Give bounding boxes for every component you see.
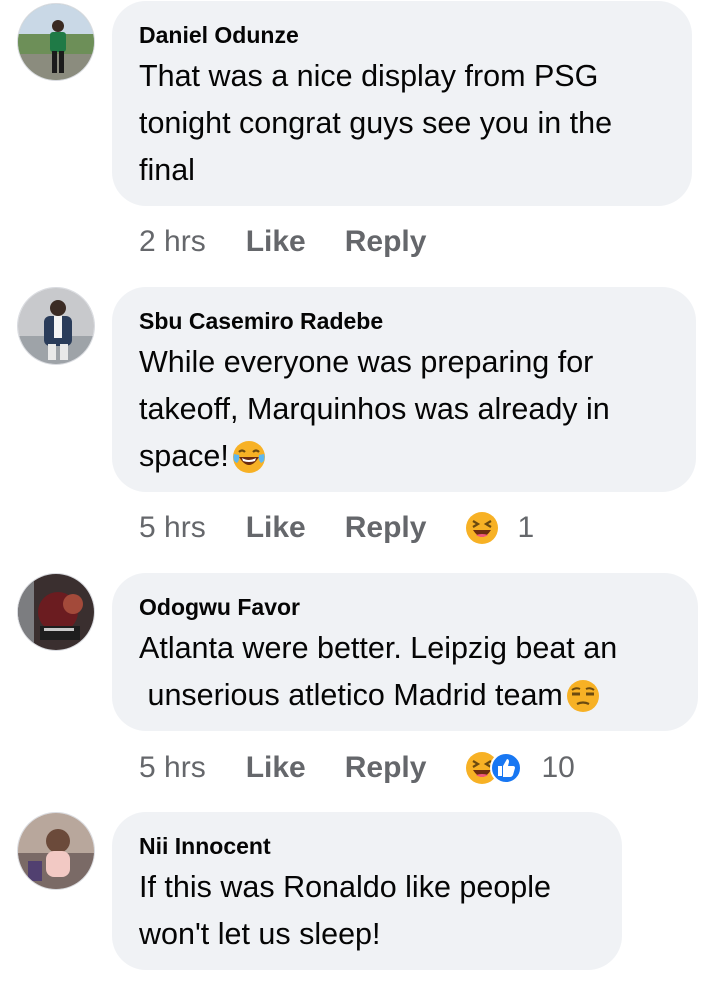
unamused-face-emoji (565, 678, 601, 728)
avatar[interactable] (17, 812, 95, 890)
comment-text: If this was Ronaldo like people won't le… (139, 864, 602, 958)
like-reaction-icon (489, 751, 523, 785)
avatar[interactable] (17, 3, 95, 81)
comment-text-content: Atlanta were better. Leipzig beat an uns… (139, 631, 618, 712)
comment-text: That was a nice display from PSG tonight… (139, 53, 672, 194)
comment-text-content: While everyone was preparing for takeoff… (139, 345, 610, 473)
comment-timestamp[interactable]: 2 hrs (139, 225, 206, 259)
comment-bubble: Sbu Casemiro Radebe While everyone was p… (112, 287, 696, 492)
reaction-count: 1 (517, 511, 535, 544)
comment-author[interactable]: Sbu Casemiro Radebe (139, 307, 676, 335)
reaction-count: 10 (541, 751, 575, 784)
avatar[interactable] (17, 287, 95, 365)
haha-reaction-icon (465, 511, 499, 545)
comment-bubble: Daniel Odunze That was a nice display fr… (112, 1, 692, 206)
reply-button[interactable]: Reply (345, 511, 427, 545)
tears-of-joy-emoji (231, 439, 267, 489)
comment-bubble: Nii Innocent If this was Ronaldo like pe… (112, 812, 622, 970)
comment-author[interactable]: Daniel Odunze (139, 21, 672, 49)
comment-actions: 2 hrs Like Reply (139, 222, 465, 262)
comment-text: Atlanta were better. Leipzig beat an uns… (139, 625, 678, 728)
like-button[interactable]: Like (246, 511, 306, 545)
comment-timestamp[interactable]: 5 hrs (139, 511, 206, 545)
comment-text: While everyone was preparing for takeoff… (139, 339, 676, 489)
reply-button[interactable]: Reply (345, 751, 427, 785)
comment-author[interactable]: Nii Innocent (139, 832, 602, 860)
like-button[interactable]: Like (246, 751, 306, 785)
comment-bubble: Odogwu Favor Atlanta were better. Leipzi… (112, 573, 698, 731)
reaction-summary[interactable]: 10 (465, 751, 575, 785)
like-button[interactable]: Like (246, 225, 306, 259)
comment-author[interactable]: Odogwu Favor (139, 593, 678, 621)
comment-timestamp[interactable]: 5 hrs (139, 751, 206, 785)
comment-text-content: That was a nice display from PSG tonight… (139, 59, 613, 187)
reaction-summary[interactable]: 1 (465, 511, 534, 545)
reply-button[interactable]: Reply (345, 225, 427, 259)
comment-text-content: If this was Ronaldo like people won't le… (139, 870, 551, 951)
comment-actions: 5 hrs Like Reply 10 (139, 748, 575, 788)
comment-actions: 5 hrs Like Reply 1 (139, 508, 534, 548)
avatar[interactable] (17, 573, 95, 651)
